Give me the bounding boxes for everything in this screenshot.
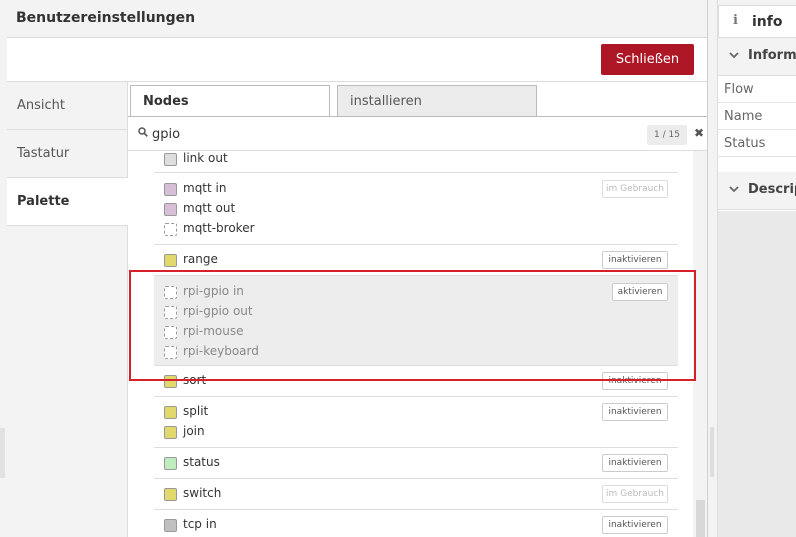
node-label: split bbox=[183, 404, 209, 418]
left-resize-grip[interactable] bbox=[0, 428, 5, 478]
node-label: mqtt in bbox=[183, 181, 227, 195]
info-prop-row: Status bbox=[718, 130, 796, 157]
info-prop-row: Name bbox=[718, 103, 796, 130]
list-item: split join inaktivieren bbox=[154, 397, 678, 448]
tab-info[interactable]: i info bbox=[718, 5, 796, 37]
disable-button[interactable]: inaktivieren bbox=[602, 372, 668, 390]
node-label: range bbox=[183, 252, 218, 266]
prop-label: Name bbox=[724, 109, 763, 124]
info-icon: i bbox=[733, 13, 738, 28]
section-label: Descrip bbox=[748, 182, 796, 197]
disable-button[interactable]: inaktivieren bbox=[602, 403, 668, 421]
disable-button[interactable]: inaktivieren bbox=[602, 454, 668, 472]
close-button[interactable]: Schließen bbox=[601, 44, 694, 75]
info-section-header[interactable]: Descrip bbox=[718, 172, 796, 210]
node-color-swatch bbox=[164, 488, 177, 501]
enable-button[interactable]: aktivieren bbox=[612, 283, 668, 301]
list-item: sort inaktivieren bbox=[154, 366, 678, 397]
tab-nodes[interactable]: Nodes bbox=[130, 85, 330, 117]
sidebar-item-label: Ansicht bbox=[17, 98, 66, 113]
list-item: range inaktivieren bbox=[154, 245, 678, 276]
node-color-swatch bbox=[164, 519, 177, 532]
list-item: link out bbox=[154, 151, 678, 173]
sidebar-item-label: Palette bbox=[17, 194, 70, 209]
section-label: Informa bbox=[748, 48, 796, 63]
search-bar: 1 / 15 ✖ bbox=[128, 117, 707, 151]
info-sidebar: i info Informa Flow Name Status Descrip bbox=[717, 0, 796, 537]
node-color-swatch bbox=[164, 426, 177, 439]
info-body: Informa Flow Name Status Descrip bbox=[718, 37, 796, 537]
tab-label: installieren bbox=[350, 94, 422, 109]
info-empty-area bbox=[718, 211, 796, 537]
panel-splitter[interactable] bbox=[708, 0, 717, 537]
prop-label: Flow bbox=[724, 82, 754, 97]
node-color-swatch bbox=[164, 406, 177, 419]
sidebar-item-palette[interactable]: Palette bbox=[7, 178, 129, 226]
node-color-swatch bbox=[164, 203, 177, 216]
node-color-swatch bbox=[164, 153, 177, 166]
splitter-grip[interactable] bbox=[710, 427, 714, 477]
node-label: rpi-mouse bbox=[183, 324, 244, 338]
node-color-swatch bbox=[164, 375, 177, 388]
tab-label: Nodes bbox=[143, 94, 189, 109]
node-color-swatch bbox=[164, 326, 177, 339]
node-label: rpi-keyboard bbox=[183, 344, 259, 358]
in-use-button: im Gebrauch bbox=[602, 180, 668, 198]
node-label: rpi-gpio out bbox=[183, 304, 253, 318]
list-item: rpi-gpio in rpi-gpio out rpi-mouse rpi-k… bbox=[154, 276, 678, 366]
dialog-title: Benutzereinstellungen bbox=[16, 10, 196, 26]
node-label: join bbox=[183, 424, 205, 438]
list-item: switch im Gebrauch bbox=[154, 479, 678, 510]
dialog-titlebar: Benutzereinstellungen bbox=[7, 0, 707, 38]
node-label: mqtt out bbox=[183, 201, 236, 215]
node-color-swatch bbox=[164, 223, 177, 236]
tab-label: info bbox=[752, 14, 783, 30]
node-color-swatch bbox=[164, 286, 177, 299]
node-label: link out bbox=[183, 151, 228, 165]
list-item: mqtt in mqtt out mqtt-broker im Gebrauch bbox=[154, 173, 678, 245]
node-color-swatch bbox=[164, 306, 177, 319]
disable-button[interactable]: inaktivieren bbox=[602, 516, 668, 534]
node-color-swatch bbox=[164, 254, 177, 267]
list-item: tcp in inaktivieren bbox=[154, 510, 678, 537]
node-label: status bbox=[183, 455, 220, 469]
node-label: switch bbox=[183, 486, 222, 500]
disable-button[interactable]: inaktivieren bbox=[602, 251, 668, 269]
node-color-swatch bbox=[164, 457, 177, 470]
search-icon bbox=[138, 126, 148, 140]
tab-installieren[interactable]: installieren bbox=[337, 85, 537, 116]
scrollbar-thumb[interactable] bbox=[696, 500, 705, 537]
clear-search-icon[interactable]: ✖ bbox=[694, 126, 704, 140]
settings-sidebar: Ansicht Tastatur Palette bbox=[7, 82, 129, 537]
node-color-swatch bbox=[164, 183, 177, 196]
sidebar-item-ansicht[interactable]: Ansicht bbox=[7, 82, 128, 130]
settings-dialog: Benutzereinstellungen Schließen Ansicht … bbox=[7, 0, 708, 537]
info-prop-row: Flow bbox=[718, 76, 796, 103]
node-label: mqtt-broker bbox=[183, 221, 255, 235]
list-item: status inaktivieren bbox=[154, 448, 678, 479]
search-result-count: 1 / 15 bbox=[647, 125, 687, 145]
search-input[interactable] bbox=[152, 125, 632, 143]
list-scrollbar[interactable] bbox=[693, 151, 707, 537]
prop-label: Status bbox=[724, 136, 766, 151]
node-label: tcp in bbox=[183, 517, 217, 531]
sidebar-item-tastatur[interactable]: Tastatur bbox=[7, 130, 128, 178]
info-section-header[interactable]: Informa bbox=[718, 38, 796, 76]
node-color-swatch bbox=[164, 346, 177, 359]
chevron-down-icon bbox=[729, 182, 739, 196]
chevron-down-icon bbox=[729, 48, 739, 62]
node-label: rpi-gpio in bbox=[183, 284, 244, 298]
in-use-button: im Gebrauch bbox=[602, 485, 668, 503]
node-label: sort bbox=[183, 373, 207, 387]
sidebar-item-label: Tastatur bbox=[17, 146, 70, 161]
palette-node-list: link out mqtt in mqtt out mqtt-broker im… bbox=[128, 151, 693, 537]
